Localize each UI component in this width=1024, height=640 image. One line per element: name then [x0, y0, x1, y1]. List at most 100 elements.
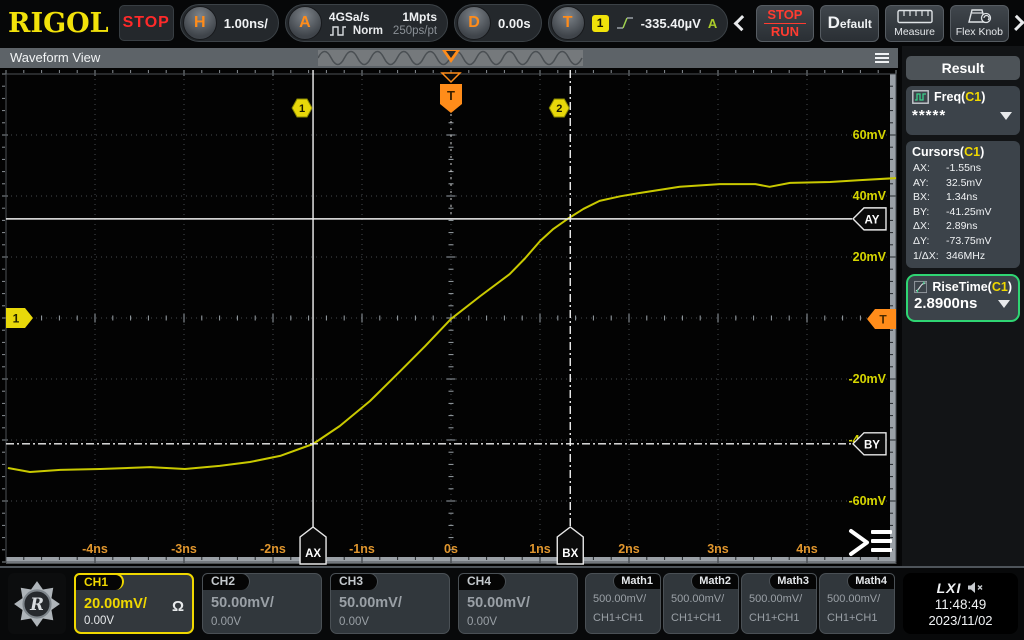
- cursor-bx-badge[interactable]: BX: [557, 527, 583, 564]
- acquire-group[interactable]: A 4GSa/s 1Mpts Norm 250ps/pt: [285, 4, 448, 42]
- risetime-icon: [914, 280, 927, 294]
- math4-expression: CH1+CH1: [827, 612, 877, 624]
- trigger-knob[interactable]: T: [551, 6, 585, 40]
- channel1-level-marker[interactable]: 1: [6, 308, 33, 328]
- channel1-tab[interactable]: CH1: [74, 573, 124, 590]
- svg-text:AX: AX: [305, 548, 321, 560]
- result-panel-title: Result: [906, 56, 1020, 80]
- svg-text:-1ns: -1ns: [349, 542, 375, 556]
- cursor-row-by: BY:-41.25mV: [906, 205, 1020, 220]
- waveform-view-title: Waveform View: [10, 50, 100, 65]
- math2-card[interactable]: Math2 500.00mV/ CH1+CH1: [663, 573, 739, 634]
- svg-text:1: 1: [299, 103, 305, 115]
- measure-button[interactable]: Measure: [885, 5, 944, 42]
- svg-text:2ns: 2ns: [618, 542, 640, 556]
- channel4-card[interactable]: CH4 50.00mV/ 0.00V: [458, 573, 578, 634]
- math1-scale: 500.00mV/: [593, 593, 646, 605]
- trigger-hollow-triangle: [442, 73, 460, 82]
- channel3-tab[interactable]: CH3: [330, 573, 378, 590]
- waveform-plot[interactable]: -4ns -3ns -2ns -1ns 0s 1ns 2ns 3ns 4ns 6…: [0, 68, 900, 566]
- freq-value: *****: [912, 107, 946, 124]
- trigger-group[interactable]: T 1 -335.40µV A: [548, 4, 729, 42]
- default-label-rest: efault: [840, 17, 872, 31]
- rigol-gear-icon: R: [12, 579, 62, 629]
- cursor-row-ay: AY:32.5mV: [906, 176, 1020, 191]
- x-axis-labels: -4ns -3ns -2ns -1ns 0s 1ns 2ns 3ns 4ns: [82, 542, 818, 556]
- channel2-card[interactable]: CH2 50.00mV/ 0.00V: [202, 573, 322, 634]
- freq-dropdown-icon[interactable]: [1000, 112, 1012, 120]
- cursors-label: Cursors(C1): [912, 145, 984, 159]
- channel2-offset: 0.00V: [211, 616, 241, 628]
- default-button[interactable]: Default: [820, 5, 879, 42]
- toolbar-prev-icon[interactable]: [734, 15, 750, 31]
- clock-date: 2023/11/02: [928, 613, 992, 628]
- risetime-label: RiseTime(C1): [932, 280, 1012, 294]
- plot-menu-icon[interactable]: [851, 530, 892, 554]
- waveform-menu-icon[interactable]: [875, 53, 889, 65]
- system-status-card[interactable]: LXI 11:48:49 2023/11/02: [903, 573, 1018, 634]
- channel1-offset: 0.00V: [84, 615, 114, 627]
- math3-scale: 500.00mV/: [749, 593, 802, 605]
- math2-scale: 500.00mV/: [671, 593, 724, 605]
- horizontal-knob[interactable]: H: [183, 6, 217, 40]
- sample-rate: 4GSa/s: [329, 10, 383, 24]
- top-toolbar: RIGOL STOP H 1.00ns/ A 4GSa/s 1Mpts Norm…: [0, 0, 1024, 46]
- flex-knob-button[interactable]: Flex Knob: [950, 5, 1009, 42]
- trigger-source-chip: 1: [592, 15, 609, 32]
- math3-tab[interactable]: Math3: [769, 573, 817, 589]
- rising-edge-icon: [616, 15, 634, 31]
- channel2-tab[interactable]: CH2: [202, 573, 250, 590]
- channel1-card[interactable]: CH1 20.00mV/ Ω 0.00V: [74, 573, 194, 634]
- risetime-result-card[interactable]: RiseTime(C1) 2.8900ns: [906, 274, 1020, 322]
- freq-result-card[interactable]: Freq(C1) *****: [906, 86, 1020, 135]
- utility-menu-button[interactable]: R: [8, 573, 66, 634]
- svg-text:40mV: 40mV: [853, 189, 887, 203]
- stop-run-button[interactable]: STOP RUN: [756, 5, 815, 42]
- bottom-ruler-strip: [6, 557, 890, 564]
- result-panel: Result Freq(C1) ***** Cursors(C1) AX:-1.…: [902, 46, 1024, 566]
- math4-card[interactable]: Math4 500.00mV/ CH1+CH1: [819, 573, 895, 634]
- freq-label: Freq(C1): [934, 90, 985, 104]
- cursor-b-marker[interactable]: 2: [549, 99, 569, 117]
- svg-text:-2ns: -2ns: [260, 542, 286, 556]
- waveform-view-header: Waveform View: [0, 48, 898, 68]
- cursor-ax-badge[interactable]: AX: [300, 527, 326, 564]
- math1-tab[interactable]: Math1: [613, 573, 661, 589]
- horizontal-position-ruler[interactable]: [318, 50, 583, 66]
- oscilloscope-screen: RIGOL STOP H 1.00ns/ A 4GSa/s 1Mpts Norm…: [0, 0, 1024, 640]
- speaker-muted-icon[interactable]: [967, 581, 984, 594]
- horizontal-scale-group[interactable]: H 1.00ns/: [180, 4, 279, 42]
- svg-text:R: R: [29, 594, 44, 614]
- math1-card[interactable]: Math1 500.00mV/ CH1+CH1: [585, 573, 661, 634]
- svg-text:-20mV: -20mV: [848, 372, 886, 386]
- cursor-row-ax: AX:-1.55ns: [906, 161, 1020, 176]
- math2-tab[interactable]: Math2: [691, 573, 739, 589]
- delay-group[interactable]: D 0.00s: [454, 4, 542, 42]
- svg-text:3ns: 3ns: [707, 542, 729, 556]
- cursor-row-dy: ΔY:-73.75mV: [906, 234, 1020, 249]
- cursors-result-card[interactable]: Cursors(C1) AX:-1.55ns AY:32.5mV BX:1.34…: [906, 141, 1020, 268]
- counter-icon: [912, 90, 929, 104]
- svg-text:BY: BY: [864, 439, 880, 451]
- channel3-card[interactable]: CH3 50.00mV/ 0.00V: [330, 573, 450, 634]
- channel3-offset: 0.00V: [339, 616, 369, 628]
- risetime-dropdown-icon[interactable]: [998, 300, 1010, 308]
- knob-icon: [966, 8, 992, 24]
- cursor-ay-badge[interactable]: AY: [853, 208, 886, 230]
- math2-expression: CH1+CH1: [671, 612, 721, 624]
- math4-tab[interactable]: Math4: [847, 573, 895, 589]
- acquire-info: 4GSa/s 1Mpts Norm 250ps/pt: [329, 10, 437, 37]
- svg-text:T: T: [879, 313, 887, 327]
- toolbar-next-icon[interactable]: [1008, 15, 1024, 31]
- svg-text:-3ns: -3ns: [171, 542, 197, 556]
- math3-card[interactable]: Math3 500.00mV/ CH1+CH1: [741, 573, 817, 634]
- cursor-a-marker[interactable]: 1: [292, 99, 312, 117]
- impedance-label: Ω: [172, 598, 184, 615]
- rigol-logo: RIGOL: [8, 10, 109, 37]
- channel4-tab[interactable]: CH4: [458, 573, 506, 590]
- svg-text:AY: AY: [865, 214, 880, 226]
- acquire-knob[interactable]: A: [288, 6, 322, 40]
- trigger-level-marker[interactable]: T: [867, 309, 896, 329]
- delay-knob[interactable]: D: [457, 6, 491, 40]
- math1-expression: CH1+CH1: [593, 612, 643, 624]
